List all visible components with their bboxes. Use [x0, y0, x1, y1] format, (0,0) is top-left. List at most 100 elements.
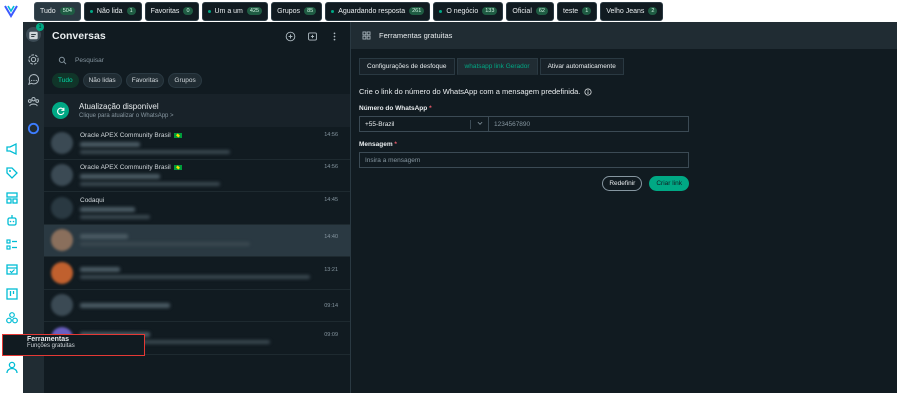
conversation-row[interactable]: 09:14 — [44, 290, 350, 322]
status-dot — [207, 9, 211, 13]
filter-chip[interactable]: teste 1 — [557, 1, 598, 21]
tools-tooltip: Ferramentas Funções gratuitas — [2, 334, 145, 356]
conversation-name: Oracle APEX Community Brasil — [80, 132, 182, 139]
search-bar[interactable]: Pesquisar — [52, 53, 342, 67]
new-chat-icon[interactable] — [285, 31, 296, 42]
status-dot — [331, 9, 335, 13]
conversation-tab[interactable]: Favoritas — [125, 73, 165, 88]
app-logo[interactable] — [0, 0, 22, 22]
filter-count-badge: 425 — [246, 7, 263, 15]
conversations-header: Conversas — [44, 22, 350, 50]
app-body: 1 Ferramentas Funções gratuitas Conversa… — [0, 22, 900, 393]
conversations-title: Conversas — [52, 30, 106, 42]
status-icon[interactable] — [27, 53, 40, 66]
filter-chip-label: Tudo — [40, 7, 56, 15]
filter-chip[interactable]: Favoritas 0 — [144, 1, 199, 21]
calendar-icon[interactable] — [5, 262, 19, 276]
channels-icon[interactable] — [27, 74, 40, 87]
tag-icon[interactable] — [5, 166, 19, 180]
link-generator-form: Crie o link do número do WhatsApp com a … — [351, 75, 897, 191]
tools-tab[interactable]: Ativar automaticamente — [539, 58, 624, 75]
conversation-row[interactable]: 14:40 — [44, 224, 350, 257]
blurred-title — [80, 206, 135, 212]
conversation-tab[interactable]: Não lidas — [82, 73, 122, 88]
filter-chip-label: O negócio — [446, 7, 479, 15]
tools-tab[interactable]: whatsapp link Gerador — [456, 58, 538, 75]
tools-tabs: Configurações de desfoque whatsapp link G… — [359, 58, 897, 75]
top-filter-bar: Tudo 504 Não lida 1 Favoritas 0 Um a um 425 Grup… — [0, 0, 900, 22]
blurred-preview — [80, 182, 220, 187]
more-options-icon[interactable] — [329, 31, 340, 42]
search-input[interactable]: Pesquisar — [75, 57, 104, 64]
blurred-preview — [80, 149, 230, 154]
search-icon — [58, 56, 67, 64]
filter-chip-label: Velho Jeans — [606, 7, 645, 15]
conversation-row[interactable]: Codaqui 14:45 — [44, 192, 350, 225]
country-code-value: +55-Brazil — [365, 120, 395, 128]
avatar — [51, 261, 73, 284]
meta-ai-icon[interactable] — [27, 122, 40, 135]
blurred-name — [80, 302, 170, 308]
blurred-preview — [80, 214, 150, 219]
conversation-name: Codaqui — [80, 196, 105, 204]
conversation-list: Oracle APEX Community Brasil 14:56 Oracle … — [44, 127, 350, 355]
filter-chip-label: Favoritas — [150, 7, 180, 15]
filter-count-badge: 1 — [582, 7, 592, 15]
conversation-tabs: Tudo Não lidas Favoritas Grupos — [44, 67, 350, 88]
filter-chip[interactable]: O negócio 133 — [433, 1, 504, 21]
new-community-icon[interactable] — [307, 31, 318, 42]
filter-chip-label: Aguardando resposta — [338, 7, 406, 15]
filter-count-badge: 504 — [59, 7, 75, 15]
integrations-icon[interactable] — [5, 311, 19, 325]
message-input[interactable]: Insira a mensagem — [359, 152, 689, 168]
intro-text: Crie o link do número do WhatsApp com a … — [359, 87, 897, 96]
conversation-tab[interactable]: Grupos — [168, 73, 202, 88]
communities-icon[interactable] — [27, 95, 40, 108]
profile-icon[interactable] — [5, 360, 19, 374]
country-code-select[interactable]: +55-Brazil — [359, 116, 489, 132]
megaphone-icon[interactable] — [5, 142, 19, 156]
phone-input[interactable]: 1234567890 — [489, 116, 689, 132]
checklist-icon[interactable] — [5, 238, 19, 252]
blurred-preview — [80, 242, 250, 247]
conversation-time: 14:56 — [324, 164, 338, 171]
filter-chip[interactable]: Velho Jeans 2 — [600, 1, 664, 21]
filter-count-badge: 1 — [126, 7, 136, 15]
avatar — [51, 164, 73, 187]
layout-icon[interactable] — [5, 191, 19, 205]
filter-chip[interactable]: Aguardando resposta 261 — [325, 1, 431, 21]
info-icon[interactable] — [584, 87, 592, 96]
kanban-icon[interactable] — [5, 287, 19, 301]
grid-icon — [362, 31, 371, 40]
conversation-tab[interactable]: Tudo — [52, 73, 79, 88]
filter-chip[interactable]: Grupos 85 — [271, 1, 323, 21]
intro-label: Crie o link do número do WhatsApp com a … — [359, 87, 581, 96]
filter-count-badge: 261 — [409, 7, 425, 15]
filter-chip[interactable]: Não lida 1 — [83, 1, 142, 21]
conversation-time: 14:56 — [324, 131, 338, 138]
conversation-name: Oracle APEX Community Brasil — [80, 164, 182, 171]
avatar — [51, 229, 73, 252]
chats-icon — [29, 31, 38, 40]
update-banner[interactable]: Atualização disponível Clique para atual… — [44, 94, 350, 127]
tools-tab[interactable]: Configurações de desfoque — [359, 58, 455, 75]
avatar — [51, 131, 73, 154]
filter-count-badge: 62 — [535, 7, 548, 15]
status-dot — [89, 9, 93, 13]
filter-chip[interactable]: Oficial 62 — [506, 1, 554, 21]
filter-count-badge: 85 — [304, 7, 317, 15]
filter-chip[interactable]: Tudo 504 — [34, 1, 81, 21]
create-link-button[interactable]: Criar link — [649, 176, 689, 191]
filter-chip[interactable]: Um a um 425 — [201, 1, 269, 21]
tooltip-subtitle: Funções gratuitas — [27, 343, 75, 349]
conversation-row[interactable]: Oracle APEX Community Brasil 14:56 — [44, 160, 350, 192]
conversation-row[interactable]: 13:21 — [44, 257, 350, 290]
filter-chips: Tudo 504 Não lida 1 Favoritas 0 Um a um 425 Grup… — [22, 1, 664, 21]
status-dot — [439, 9, 443, 13]
conversation-time: 13:21 — [324, 266, 338, 273]
reset-button[interactable]: Redefinir — [602, 176, 643, 191]
tools-panel-title: Ferramentas gratuitas — [379, 31, 453, 40]
conversation-row[interactable]: Oracle APEX Community Brasil 14:56 — [44, 127, 350, 160]
bot-icon[interactable] — [5, 214, 19, 228]
logo-icon — [4, 5, 18, 18]
